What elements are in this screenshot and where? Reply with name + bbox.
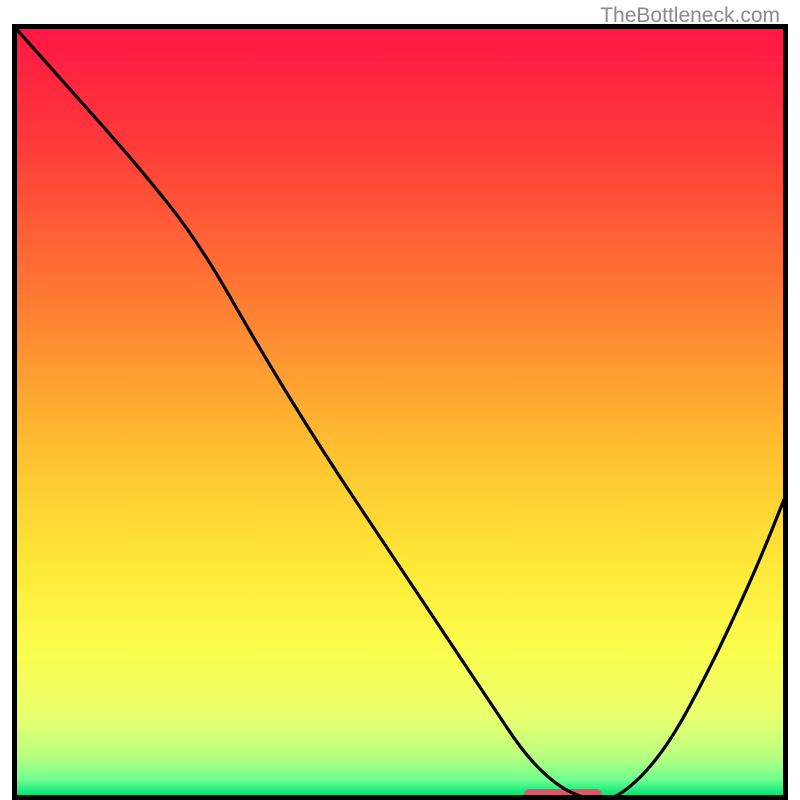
bottleneck-chart	[12, 24, 788, 800]
watermark-text: TheBottleneck.com	[600, 4, 780, 28]
